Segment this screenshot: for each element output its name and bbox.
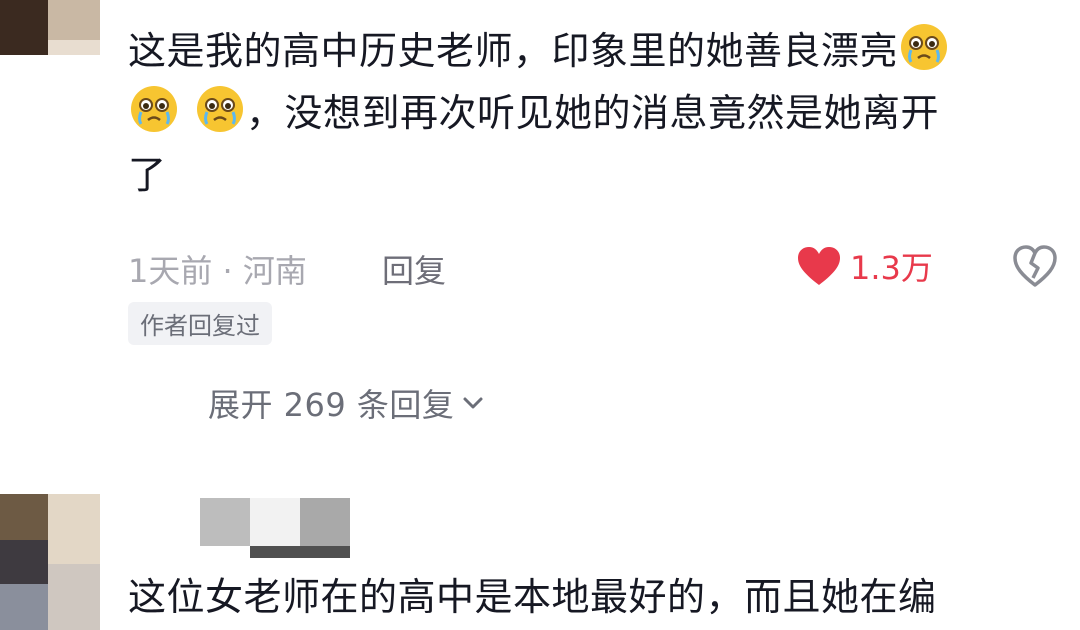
crying-emoji-icon xyxy=(197,86,243,132)
author-replied-badge: 作者回复过 xyxy=(128,302,272,345)
avatar[interactable] xyxy=(0,0,100,55)
comment-text-line2: ，没想到再次听见她的消息竟然是她离开 xyxy=(246,91,940,135)
avatar[interactable] xyxy=(0,494,100,630)
expand-replies-button[interactable]: 展开 269 条回复 xyxy=(208,380,486,426)
heart-icon xyxy=(798,247,840,285)
timestamp-location: 1天前 · 河南 xyxy=(128,252,307,290)
like-count: 1.3万 xyxy=(850,249,933,287)
chevron-down-icon xyxy=(463,397,483,409)
username-blurred xyxy=(200,498,350,558)
broken-heart-icon xyxy=(1013,245,1057,287)
expand-replies-label: 展开 269 条回复 xyxy=(208,386,455,424)
crying-emoji-icon xyxy=(131,86,177,132)
dislike-button[interactable] xyxy=(1012,244,1058,292)
comment-text-line1: 这是我的高中历史老师，印象里的她善良漂亮 xyxy=(128,29,899,73)
like-button[interactable]: 1.3万 xyxy=(796,243,933,289)
comment-text: 这是我的高中历史老师，印象里的她善良漂亮 ，没想到再次听见她的消息竟然是她离开 … xyxy=(128,20,1028,206)
comment-text: 这位女老师在的高中是本地最好的，而且她在编 xyxy=(128,575,937,619)
comment-text-line3: 了 xyxy=(128,153,167,197)
reply-button[interactable]: 回复 xyxy=(382,246,446,292)
crying-emoji-icon xyxy=(901,24,948,70)
